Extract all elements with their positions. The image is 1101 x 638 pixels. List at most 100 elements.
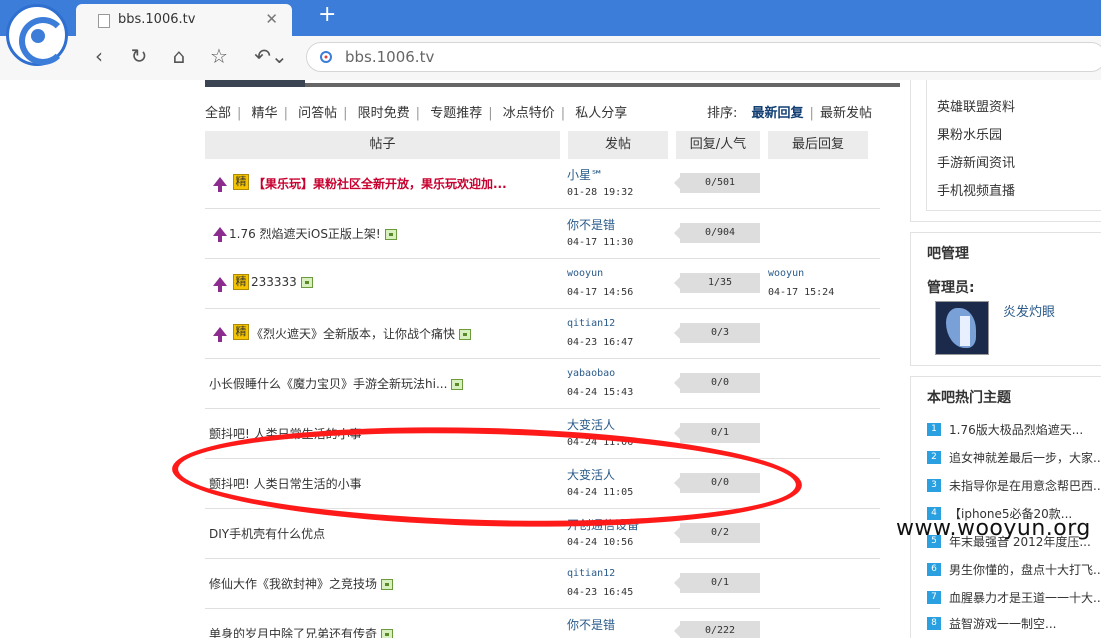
image-attachment-icon	[459, 329, 472, 340]
hot-topic-title[interactable]: 追女神就差最后一步，大家...	[949, 451, 1101, 465]
thread-title[interactable]: DIY手机壳有什么优点	[209, 525, 325, 542]
hot-topic-item[interactable]: 8 益智游戏一一制空...	[927, 615, 1056, 632]
browser-logo-icon[interactable]	[6, 4, 68, 66]
essence-badge: 精	[233, 174, 249, 190]
thread-title[interactable]: 《烈火遮天》全新版本，让你战个痛快	[251, 327, 455, 341]
last-reply-time: 04-17 15:24	[768, 287, 835, 298]
divider: |	[237, 106, 242, 121]
sidebar-link[interactable]: 英雄联盟资料	[937, 96, 1015, 115]
filter-qa[interactable]: 问答帖	[298, 106, 337, 121]
thread-title-wrap: 单身的岁月中除了兄弟还有传奇	[209, 625, 394, 638]
table-row[interactable]: 小长假睡什么《魔力宝贝》手游全新玩法hi... yabaobao 04-24 1…	[205, 359, 880, 409]
image-attachment-icon	[451, 379, 464, 390]
address-bar[interactable]: bbs.1006.tv	[306, 42, 1101, 72]
page-content: 全部 | 精华 | 问答帖 | 限时免费 | 专题推荐 | 冰点特价 | 私人分享 排序: …	[0, 80, 1101, 638]
thread-author[interactable]: qitian12	[567, 568, 615, 579]
close-tab-icon[interactable]: ✕	[265, 10, 278, 28]
reply-view-count: 0/1	[674, 423, 760, 443]
address-text[interactable]: bbs.1006.tv	[345, 48, 434, 66]
thread-title[interactable]: 修仙大作《我欲封神》之竞技场	[209, 577, 377, 591]
sort-latest-post[interactable]: 最新发帖	[820, 106, 872, 121]
hot-topic-title[interactable]: 1.76版大极品烈焰遮天...	[949, 423, 1083, 437]
pinned-up-icon	[213, 277, 227, 292]
thread-title-wrap: 233333	[251, 275, 313, 289]
favorite-star-icon[interactable]: ☆	[206, 44, 232, 68]
thread-title[interactable]: 1.76 烈焰遮天iOS正版上架!	[229, 227, 381, 241]
reply-view-count: 0/0	[674, 373, 760, 393]
hot-topic-title[interactable]: 男生你懂的，盘点十大打飞...	[949, 563, 1101, 577]
site-identity-icon	[320, 51, 332, 63]
home-icon[interactable]: ⌂	[166, 44, 192, 68]
undo-icon[interactable]: ↶⌄	[254, 44, 288, 68]
post-time: 04-17 11:30	[567, 237, 634, 248]
admin-name[interactable]: 炎发灼眼	[1003, 301, 1055, 320]
thread-author[interactable]: 大变活人	[567, 416, 615, 433]
column-header-stats: 回复/人气	[676, 131, 760, 159]
post-time: 04-23 16:47	[567, 337, 634, 348]
sort-latest-reply[interactable]: 最新回复	[752, 106, 804, 121]
reload-icon[interactable]: ↻	[126, 44, 152, 68]
divider: |	[343, 106, 348, 121]
sidebar-link[interactable]: 手机视频直播	[937, 180, 1015, 199]
filter-nav: 全部 | 精华 | 问答帖 | 限时免费 | 专题推荐 | 冰点特价 | 私人分享	[205, 102, 627, 121]
admin-avatar[interactable]	[935, 301, 989, 355]
rank-badge: 7	[927, 591, 941, 604]
reply-view-count: 0/2	[674, 523, 760, 543]
new-tab-icon[interactable]: +	[318, 2, 336, 27]
sidebar-link[interactable]: 果粉水乐园	[937, 124, 1002, 143]
column-header-post: 帖子	[205, 131, 560, 159]
hot-topics-title: 本吧热门主题	[927, 390, 1011, 406]
filter-topics[interactable]: 专题推荐	[430, 106, 482, 121]
image-attachment-icon	[381, 629, 394, 638]
thread-author[interactable]: wooyun	[567, 268, 603, 279]
table-row[interactable]: 单身的岁月中除了兄弟还有传奇 你不是错 0/222	[205, 609, 880, 638]
filter-private[interactable]: 私人分享	[575, 106, 627, 121]
table-row[interactable]: 修仙大作《我欲封神》之竞技场 qitian12 04-23 16:45 0/1	[205, 559, 880, 609]
thread-title[interactable]: 小长假睡什么《魔力宝贝》手游全新玩法hi...	[209, 377, 447, 391]
tab-title: bbs.1006.tv	[118, 12, 196, 27]
hot-topic-item[interactable]: 6 男生你懂的，盘点十大打飞...	[927, 561, 1101, 578]
divider: |	[283, 106, 288, 121]
image-attachment-icon	[300, 277, 313, 288]
thread-author[interactable]: 你不是错	[567, 616, 615, 633]
column-header-last-reply: 最后回复	[768, 131, 868, 159]
pinned-up-icon	[213, 327, 227, 342]
thread-author[interactable]: qitian12	[567, 318, 615, 329]
last-reply-user[interactable]: wooyun	[768, 268, 804, 279]
watermark: www.wooyun.org	[896, 516, 1091, 541]
back-icon[interactable]: ‹	[86, 44, 112, 68]
filter-deals[interactable]: 冰点特价	[503, 106, 555, 121]
admin-label: 管理员:	[927, 280, 975, 296]
image-attachment-icon	[384, 229, 397, 240]
thread-title[interactable]: 单身的岁月中除了兄弟还有传奇	[209, 627, 377, 638]
thread-author[interactable]: 小星℠	[567, 166, 603, 183]
thread-title-wrap: 修仙大作《我欲封神》之竞技场	[209, 575, 394, 592]
hot-topic-title[interactable]: 未指导你是在用意念帮巴西...	[949, 479, 1101, 493]
sidebar-link[interactable]: 手游新闻资讯	[937, 152, 1015, 171]
filter-free[interactable]: 限时免费	[358, 106, 410, 121]
post-time: 04-23 16:45	[567, 587, 634, 598]
rank-badge: 6	[927, 563, 941, 576]
thread-title[interactable]: 233333	[251, 275, 297, 289]
hot-topic-item[interactable]: 3 未指导你是在用意念帮巴西...	[927, 477, 1101, 494]
divider: |	[488, 106, 493, 121]
table-row[interactable]: 精 233333 wooyun 04-17 14:56 1/35 wooyun …	[205, 259, 880, 309]
table-row[interactable]: 精 《烈火遮天》全新版本，让你战个痛快 qitian12 04-23 16:47…	[205, 309, 880, 359]
thread-title[interactable]: 【果乐玩】果粉社区全新开放，果乐玩欢迎加...	[253, 175, 507, 192]
post-time: 04-24 15:43	[567, 387, 634, 398]
filter-all[interactable]: 全部	[205, 106, 231, 121]
browser-tab[interactable]: bbs.1006.tv ✕	[76, 4, 292, 36]
hot-topic-item[interactable]: 1 1.76版大极品烈焰遮天...	[927, 421, 1083, 438]
sort-label: 排序:	[707, 106, 738, 121]
rank-badge: 1	[927, 423, 941, 436]
hot-topic-title[interactable]: 益智游戏一一制空...	[949, 617, 1056, 631]
table-row[interactable]: 精 【果乐玩】果粉社区全新开放，果乐玩欢迎加... 小星℠ 01-28 19:3…	[205, 159, 880, 209]
filter-essence[interactable]: 精华	[252, 106, 278, 121]
hot-topic-title[interactable]: 血腥暴力才是王道一一十大...	[949, 591, 1101, 605]
hot-topic-item[interactable]: 7 血腥暴力才是王道一一十大...	[927, 589, 1101, 606]
thread-author[interactable]: yabaobao	[567, 368, 615, 379]
divider: |	[560, 106, 566, 121]
table-row[interactable]: 1.76 烈焰遮天iOS正版上架! 你不是错 04-17 11:30 0/904	[205, 209, 880, 259]
hot-topic-item[interactable]: 2 追女神就差最后一步，大家...	[927, 449, 1101, 466]
thread-author[interactable]: 你不是错	[567, 216, 615, 233]
